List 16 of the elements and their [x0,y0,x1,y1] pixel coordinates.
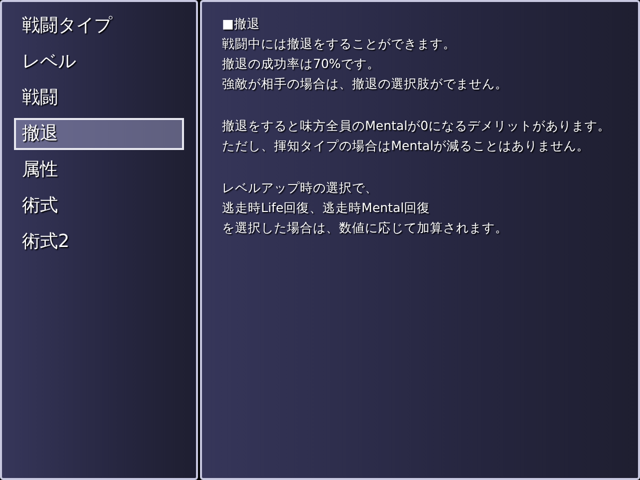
help-text: 強敵が相手の場合は、撤退の選択肢がでません。 [222,75,509,93]
menu-item[interactable]: 術式 [14,190,184,222]
menu-item[interactable]: レベル [14,46,184,78]
help-text: ただし、揮知タイプの場合はMentalが減ることはありません。 [222,137,590,155]
menu-item[interactable]: 撤退 [14,118,184,150]
help-text: レベルアップ時の選択で、 [222,179,379,197]
help-text: 戦闘中には撤退をすることができます。 [222,35,457,53]
menu-item[interactable]: 術式2 [14,226,184,258]
help-text: 撤退の成功率は70%です。 [222,55,381,73]
menu-item[interactable]: 戦闘 [14,82,184,114]
help-text: を選択した場合は、数値に応じて加算されます。 [222,219,509,237]
help-text: 撤退をすると味方全員のMentalが0になるデメリットがあります。 [222,117,612,135]
menu-item[interactable]: 属性 [14,154,184,186]
help-text: 逃走時Life回復、逃走時Mental回復 [222,199,431,217]
help-text: ■撤退 [222,15,261,33]
menu-item[interactable]: 戦闘タイプ [14,10,184,42]
